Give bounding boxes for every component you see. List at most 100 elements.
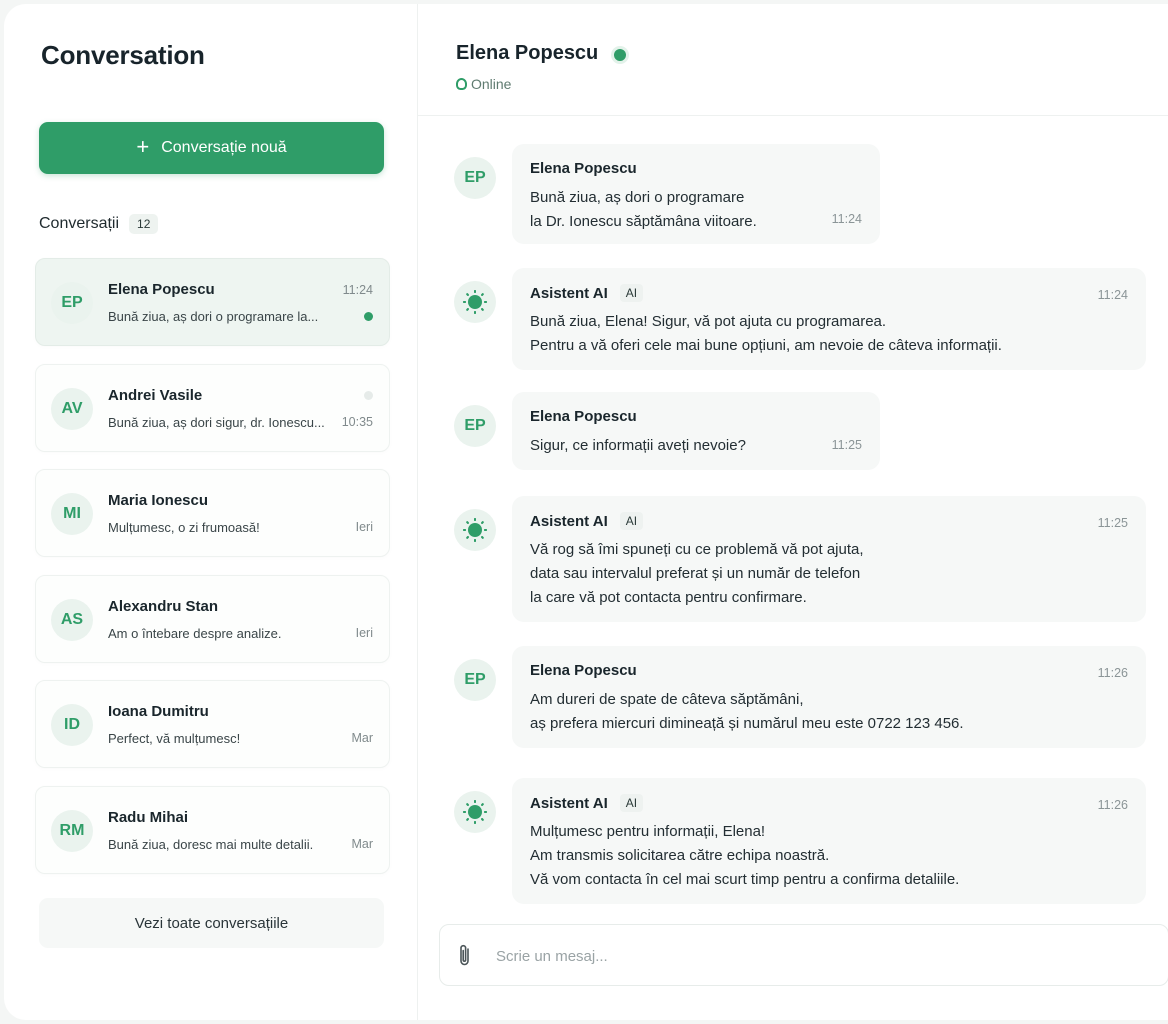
message-sender: Elena Popescu [530, 662, 637, 679]
message-line: Am dureri de spate de câteva săptămâni, [530, 691, 804, 708]
message-bubble: Elena Popescu Bună ziua, aș dori o progra… [512, 144, 880, 244]
sender-name: Elena Popescu [530, 408, 637, 425]
message-sender: Elena Popescu [530, 160, 637, 177]
conversation-preview: Bună ziua, doresc mai multe detalii. [108, 836, 314, 852]
ai-badge: AI [619, 284, 644, 302]
conversations-label: Conversații [39, 215, 120, 232]
conversation-time: 11:24 [342, 283, 373, 297]
message-bubble: Asistent AI AI Bună ziua, Elena! Sigur, vă… [512, 268, 1146, 370]
message-text: Sigur, ce informații aveți nevoie? [530, 434, 746, 458]
conversation-time: 10:35 [341, 414, 373, 429]
message-input[interactable] [496, 943, 1096, 969]
message-text: Vă rog să îmi spuneți cu ce problemă vă … [530, 538, 864, 610]
chat-panel: Elena Popescu Online EP Elena Popescu Bună… [418, 4, 1168, 1020]
message-sender: Asistent AI AI [530, 512, 644, 530]
conversation-time: Mar [351, 836, 373, 851]
message-time: 11:24 [1097, 288, 1128, 302]
new-conversation-button[interactable]: + Conversație nouă [39, 122, 384, 174]
avatar: ID [51, 704, 93, 746]
message-line: Vă vom contacta în cel mai scurt timp pe… [530, 871, 960, 888]
conversation-time: Ieri [355, 625, 373, 640]
conversation-time: Mar [351, 731, 373, 745]
avatar: EP [454, 405, 496, 447]
message-time: 11:25 [831, 438, 862, 452]
message-line: la Dr. Ionescu săptămâna viitoare. [530, 213, 757, 230]
conversation-list: EP Elena Popescu Bună ziua, aș dori o prog… [35, 258, 390, 891]
conversation-name: Ioana Dumitru [108, 703, 209, 720]
online-status-icon [456, 78, 467, 90]
chat-header: Elena Popescu Online [418, 4, 1168, 116]
message-line: Vă rog să îmi spuneți cu ce problemă vă … [530, 541, 864, 558]
message-time: 11:24 [831, 212, 862, 226]
avatar: MI [51, 493, 93, 535]
conversation-name: Maria Ionescu [108, 492, 209, 509]
message-line: aș prefera miercuri dimineață și numărul… [530, 715, 964, 732]
avatar: RM [51, 809, 93, 852]
message-time: 11:26 [1097, 798, 1128, 812]
message-text: Bună ziua, aș dori o programare la Dr. Io… [530, 186, 757, 234]
see-all-conversations-button[interactable]: Vezi toate conversațiile [39, 898, 384, 948]
message-line: Pentru a vă oferi cele mai bune opțiuni,… [530, 337, 1002, 354]
contact-status: Online [456, 76, 511, 92]
conversation-preview: Am o întebare despre analize. [108, 625, 282, 641]
ai-avatar [454, 509, 496, 551]
message-line: Bună ziua, Elena! Sigur, vă pot ajuta cu… [530, 313, 887, 330]
conversations-header: Conversații 12 [39, 214, 159, 234]
unread-indicator [364, 390, 373, 400]
conversation-item[interactable]: MI Maria Ionescu Mulțumesc, o zi frumoasă!… [35, 469, 390, 557]
message-line: Sigur, ce informații aveți nevoie? [530, 437, 746, 454]
paperclip-icon[interactable] [456, 943, 474, 969]
sender-name: Asistent AI [530, 284, 608, 302]
message-time: 11:26 [1097, 666, 1128, 680]
conversation-item[interactable]: ID Ioana Dumitru Perfect, vă mulțumesc! Mar [35, 680, 390, 768]
ai-badge: AI [619, 794, 644, 812]
avatar: AS [51, 598, 93, 641]
avatar: EP [51, 282, 93, 324]
conversation-preview: Perfect, vă mulțumesc! [108, 731, 241, 746]
sun-icon [464, 290, 486, 314]
message-line: la care vă pot contacta pentru confirmar… [530, 589, 807, 606]
message-text: Mulțumesc pentru informații, Elena! Am tr… [530, 820, 959, 892]
message-text: Am dureri de spate de câteva săptămâni, a… [530, 688, 964, 736]
conversation-item[interactable]: RM Radu Mihai Bună ziua, doresc mai multe … [35, 785, 390, 874]
message-bubble: Elena Popescu Sigur, ce informații aveți … [512, 392, 880, 470]
message-sender: Asistent AI AI [530, 794, 644, 812]
contact-status-label: Online [471, 76, 512, 92]
message-sender: Elena Popescu [530, 408, 637, 425]
conversation-time: Ieri [355, 520, 373, 534]
sender-name: Asistent AI [530, 794, 608, 812]
conversation-name: Radu Mihai [108, 808, 189, 826]
message-line: Mulțumesc pentru informații, Elena! [530, 823, 766, 840]
sun-icon [464, 518, 486, 542]
message-bubble: Asistent AI AI Mulțumesc pentru informații… [512, 778, 1146, 904]
sidebar-title: Conversation [41, 40, 205, 70]
conversation-preview: Bună ziua, aș dori sigur, dr. Ionescu... [108, 414, 325, 430]
conversations-count-badge: 12 [129, 214, 159, 234]
conversation-preview: Mulțumesc, o zi frumoasă! [108, 520, 260, 535]
conversation-preview: Bună ziua, aș dori o programare la... [108, 309, 319, 324]
contact-name: Elena Popescu [456, 42, 599, 64]
message-sender: Asistent AI AI [530, 284, 644, 302]
conversation-item[interactable]: AS Alexandru Stan Am o întebare despre ana… [35, 574, 390, 663]
message-composer [439, 924, 1168, 986]
avatar: EP [454, 157, 496, 199]
avatar: AV [51, 387, 93, 430]
app-window: Conversation + Conversație nouă Conversa… [4, 4, 1168, 1020]
conversation-name: Andrei Vasile [108, 386, 203, 404]
conversation-name: Alexandru Stan [108, 597, 219, 615]
sender-name: Elena Popescu [530, 662, 637, 679]
unread-indicator [364, 312, 373, 321]
new-conversation-label: Conversație nouă [161, 139, 287, 156]
sun-icon [464, 800, 486, 824]
ai-badge: AI [619, 512, 644, 530]
message-line: Am transmis solicitarea către echipa noa… [530, 847, 830, 864]
avatar: EP [454, 659, 496, 701]
message-text: Bună ziua, Elena! Sigur, vă pot ajuta cu… [530, 310, 1002, 358]
plus-icon: + [136, 134, 150, 159]
conversation-item[interactable]: AV Andrei Vasile Bună ziua, aș dori sigur,… [35, 363, 390, 452]
online-status-dot [614, 49, 626, 61]
ai-avatar [454, 281, 496, 323]
message-line: Bună ziua, aș dori o programare [530, 189, 745, 206]
conversation-item[interactable]: EP Elena Popescu Bună ziua, aș dori o prog… [35, 258, 390, 346]
message-line: data sau intervalul preferat și un număr… [530, 565, 861, 582]
